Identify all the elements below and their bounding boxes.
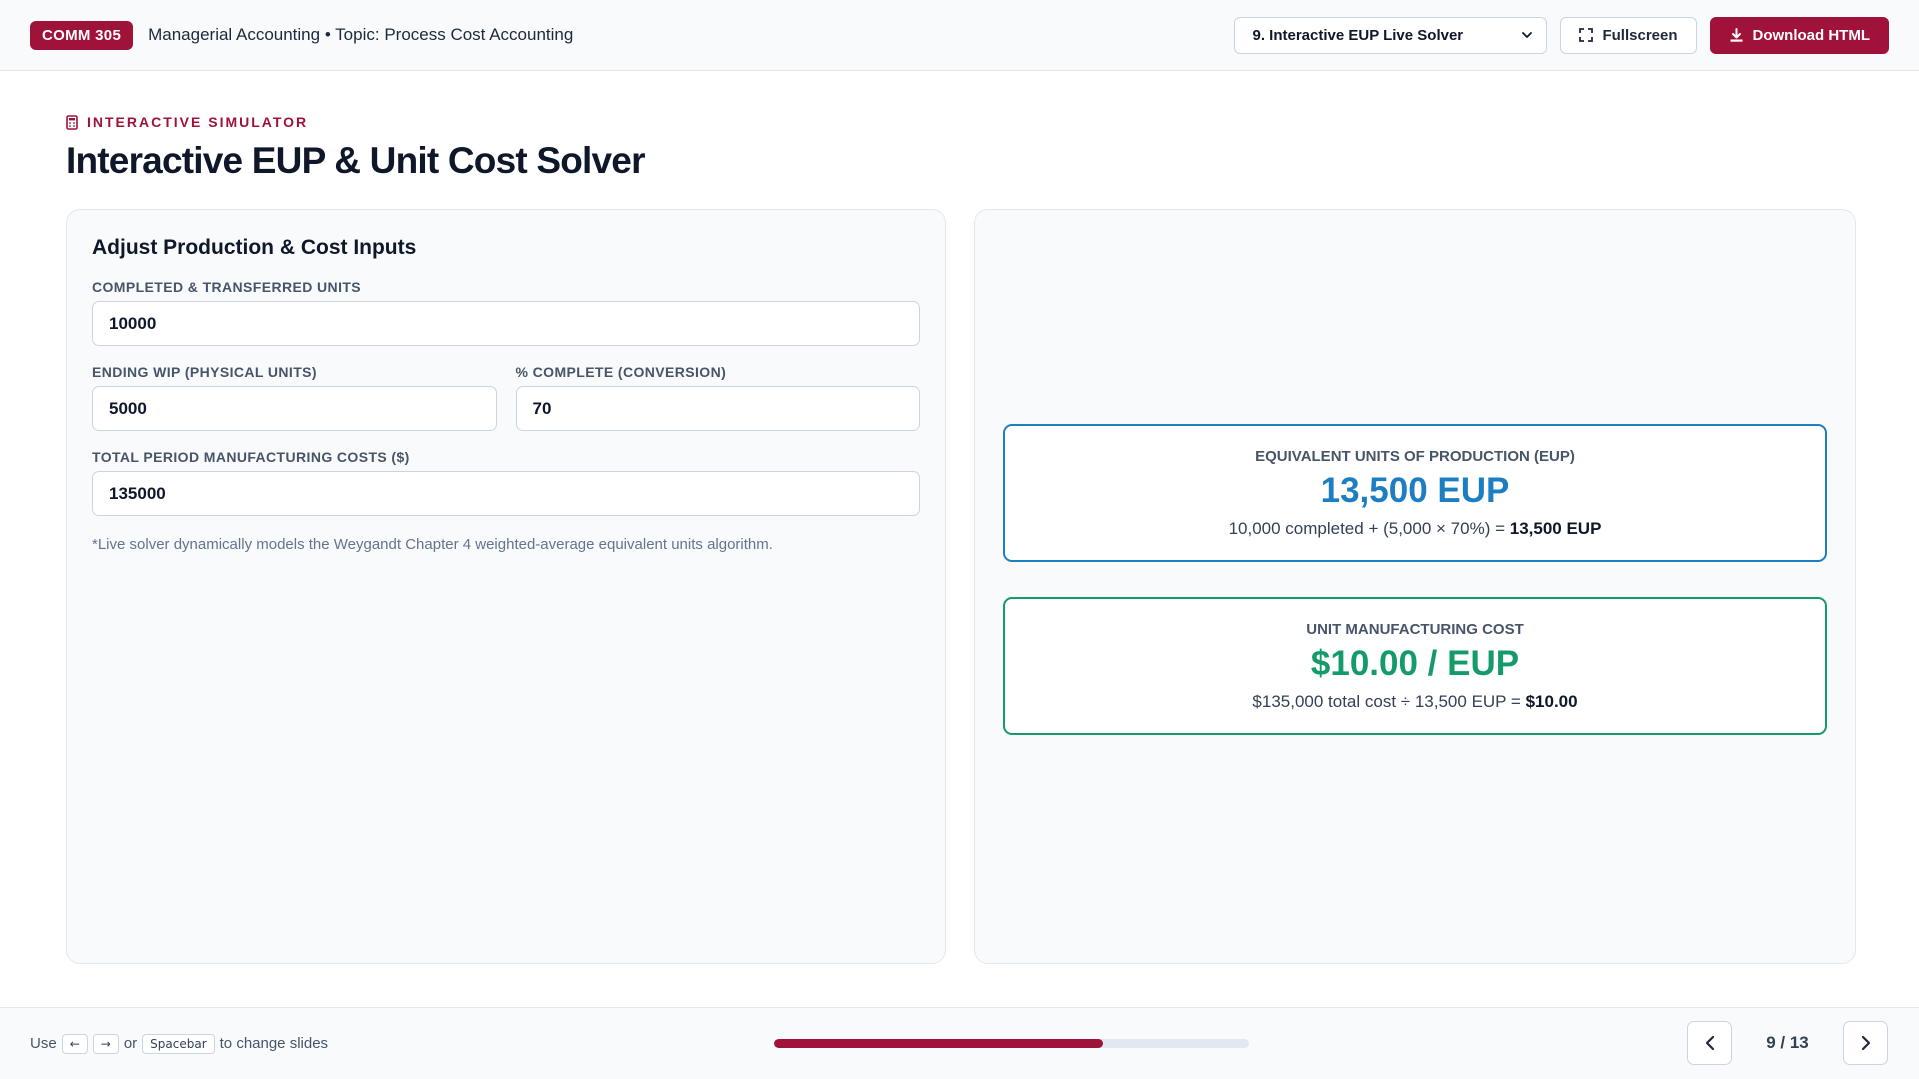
slide-title: Interactive EUP & Unit Cost Solver bbox=[66, 140, 645, 181]
course-title: Managerial Accounting • Topic: Process C… bbox=[148, 25, 574, 44]
unit-cost-formula-text: $135,000 total cost ÷ 13,500 EUP = bbox=[1252, 692, 1526, 711]
eup-formula: 10,000 completed + (5,000 × 70%) = 13,50… bbox=[1005, 519, 1825, 539]
previous-slide-button[interactable] bbox=[1687, 1021, 1732, 1065]
solver-note: *Live solver dynamically models the Weyg… bbox=[92, 536, 773, 553]
hint-end: to change slides bbox=[219, 1035, 329, 1052]
total-cost-input[interactable] bbox=[92, 471, 920, 516]
ending-wip-input[interactable] bbox=[92, 386, 497, 431]
completed-units-input[interactable] bbox=[92, 301, 920, 346]
calculator-icon bbox=[66, 114, 78, 130]
unit-cost-result-card: UNIT MANUFACTURING COST $10.00 / EUP $13… bbox=[1003, 597, 1827, 735]
results-panel: EQUIVALENT UNITS OF PRODUCTION (EUP) 13,… bbox=[974, 209, 1856, 964]
left-arrow-key: ← bbox=[61, 1033, 88, 1054]
chevron-right-icon bbox=[1861, 1035, 1870, 1051]
ending-wip-label: ENDING WIP (PHYSICAL UNITS) bbox=[92, 364, 317, 380]
total-cost-label: TOTAL PERIOD MANUFACTURING COSTS ($) bbox=[92, 449, 410, 465]
slide-progress-fill bbox=[774, 1039, 1103, 1048]
wip-row: ENDING WIP (PHYSICAL UNITS) % COMPLETE (… bbox=[92, 364, 920, 431]
eup-formula-text: 10,000 completed + (5,000 × 70%) = bbox=[1228, 519, 1510, 538]
eup-formula-result: 13,500 EUP bbox=[1509, 519, 1602, 538]
download-html-button[interactable]: Download HTML bbox=[1709, 16, 1889, 54]
right-arrow-key: → bbox=[92, 1033, 119, 1054]
percent-complete-label: % COMPLETE (CONVERSION) bbox=[515, 364, 727, 380]
completed-units-label: COMPLETED & TRANSFERRED UNITS bbox=[92, 279, 362, 295]
top-bar: COMM 305 Managerial Accounting • Topic: … bbox=[0, 0, 1919, 71]
unit-cost-value: $10.00 / EUP bbox=[1310, 644, 1520, 683]
unit-cost-label: UNIT MANUFACTURING COST bbox=[1306, 621, 1524, 638]
download-icon bbox=[1730, 27, 1743, 42]
next-slide-button[interactable] bbox=[1843, 1021, 1888, 1065]
fullscreen-label: Fullscreen bbox=[1602, 26, 1678, 44]
chevron-down-icon bbox=[1522, 32, 1533, 38]
slide-select-value: 9. Interactive EUP Live Solver bbox=[1252, 26, 1464, 44]
slide-select[interactable]: 9. Interactive EUP Live Solver bbox=[1234, 16, 1548, 54]
unit-cost-formula-result: $10.00 bbox=[1525, 692, 1578, 711]
slide-counter: 9 / 13 bbox=[1766, 1033, 1809, 1052]
inputs-heading: Adjust Production & Cost Inputs bbox=[92, 236, 417, 259]
eup-label: EQUIVALENT UNITS OF PRODUCTION (EUP) bbox=[1255, 448, 1575, 465]
inputs-panel: Adjust Production & Cost Inputs COMPLETE… bbox=[66, 209, 946, 964]
top-bar-actions: 9. Interactive EUP Live Solver Fullscree… bbox=[1234, 16, 1889, 54]
chevron-left-icon bbox=[1705, 1035, 1714, 1051]
download-label: Download HTML bbox=[1752, 26, 1870, 44]
percent-complete-input[interactable] bbox=[515, 386, 920, 431]
course-badge: COMM 305 bbox=[30, 20, 134, 50]
percent-complete-group: % COMPLETE (CONVERSION) bbox=[515, 364, 920, 431]
total-cost-group: TOTAL PERIOD MANUFACTURING COSTS ($) bbox=[92, 449, 920, 516]
eup-result-card: EQUIVALENT UNITS OF PRODUCTION (EUP) 13,… bbox=[1003, 424, 1827, 562]
spacebar-key: Spacebar bbox=[142, 1033, 215, 1054]
hint-use: Use bbox=[30, 1035, 57, 1052]
navigation-hint: Use ← → or Spacebar to change slides bbox=[30, 1033, 329, 1054]
unit-cost-formula: $135,000 total cost ÷ 13,500 EUP = $10.0… bbox=[1005, 692, 1825, 712]
eup-value: 13,500 EUP bbox=[1320, 471, 1510, 510]
fullscreen-button[interactable]: Fullscreen bbox=[1560, 16, 1697, 54]
hint-or: or bbox=[123, 1035, 138, 1052]
ending-wip-group: ENDING WIP (PHYSICAL UNITS) bbox=[92, 364, 497, 431]
slide-progress-bar bbox=[774, 1039, 1249, 1048]
fullscreen-icon bbox=[1579, 28, 1594, 42]
eyebrow-text: INTERACTIVE SIMULATOR bbox=[87, 114, 309, 130]
slide-eyebrow: INTERACTIVE SIMULATOR bbox=[66, 114, 308, 130]
completed-units-group: COMPLETED & TRANSFERRED UNITS bbox=[92, 279, 920, 346]
